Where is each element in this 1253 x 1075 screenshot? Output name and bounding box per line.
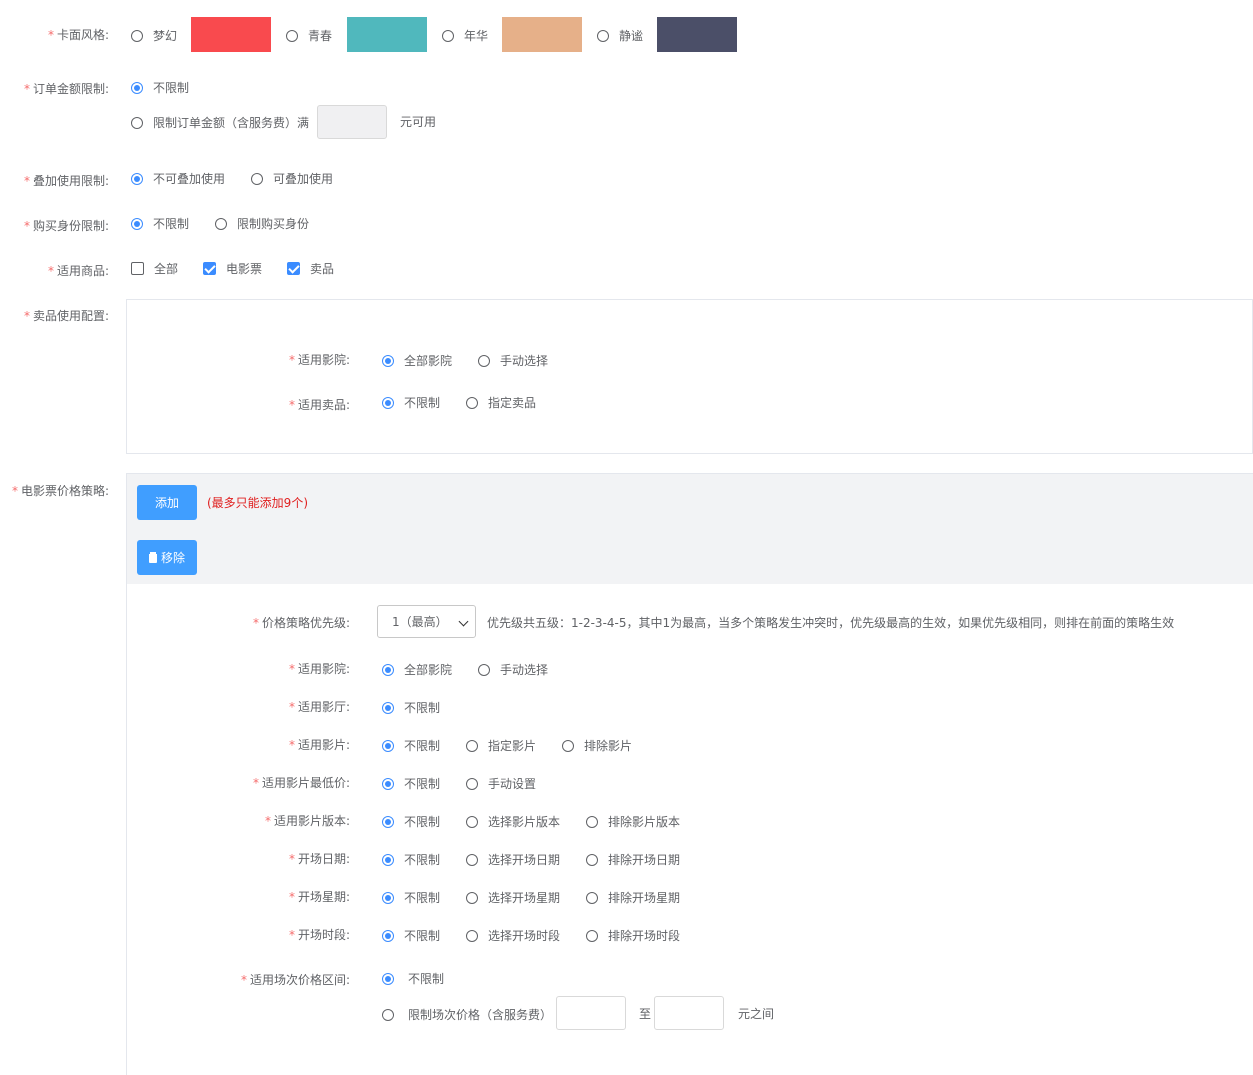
snack-cinema-manual-radio[interactable]: 手动选择 [478,352,548,369]
order-amount-limited-radio[interactable]: 限制订单金额（含服务费）满 [131,114,309,131]
card-style-label: * 卡面风格: [47,28,109,42]
version-exclude-radio[interactable]: 排除影片版本 [586,813,680,830]
hall-unlimited-radio[interactable]: 不限制 [382,699,440,716]
card-style-swatch-years[interactable] [502,17,582,52]
range-min-input[interactable] [556,996,626,1030]
buyer-unlimited-radio[interactable]: 不限制 [131,215,189,232]
period-exclude-radio[interactable]: 排除开场时段 [586,927,680,944]
snack-cinema-all-radio[interactable]: 全部影院 [382,352,452,369]
order-amount-unlimited-radio[interactable]: 不限制 [131,79,189,96]
card-style-option-serene[interactable]: 静谧 [597,27,643,44]
order-amount-input[interactable] [317,105,387,139]
min-price-manual-radio[interactable]: 手动设置 [466,775,536,792]
range-unlimited-radio[interactable]: 不限制 [382,970,444,987]
ticket-cinema-manual-radio[interactable]: 手动选择 [478,661,548,678]
price-range-label: * 适用场次价格区间: [240,973,350,987]
min-price-label: * 适用影片最低价: [252,776,350,790]
stack-yes-radio[interactable]: 可叠加使用 [251,170,333,187]
min-price-unlimited-radio[interactable]: 不限制 [382,775,440,792]
snack-config-panel [126,299,1253,454]
priority-select[interactable]: 1（最高） [377,605,476,638]
range-limited-radio[interactable]: 限制场次价格（含服务费） [382,1006,552,1023]
order-amount-label: * 订单金额限制: [23,82,109,96]
card-style-option-youth[interactable]: 青春 [286,27,332,44]
ticket-cinema-all-radio[interactable]: 全部影院 [382,661,452,678]
add-strategy-hint: (最多只能添加9个) [207,496,308,510]
date-label: * 开场日期: [288,852,350,866]
chevron-down-icon [458,616,469,627]
week-select-radio[interactable]: 选择开场星期 [466,889,560,906]
film-label: * 适用影片: [288,738,350,752]
priority-hint: 优先级共五级：1-2-3-4-5，其中1为最高，当多个策略发生冲突时，优先级最高… [487,616,1175,630]
snack-item-specified-radio[interactable]: 指定卖品 [466,394,536,411]
snack-item-label: * 适用卖品: [288,398,350,412]
hall-label: * 适用影厅: [288,700,350,714]
date-unlimited-radio[interactable]: 不限制 [382,851,440,868]
card-style-swatch-dream[interactable] [191,17,271,52]
film-unlimited-radio[interactable]: 不限制 [382,737,440,754]
ticket-strategy-toolbar [127,474,1253,584]
period-select-radio[interactable]: 选择开场时段 [466,927,560,944]
card-style-swatch-serene[interactable] [657,17,737,52]
add-strategy-button[interactable]: 添加 [137,485,197,520]
film-excluded-radio[interactable]: 排除影片 [562,737,632,754]
range-max-input[interactable] [654,996,724,1030]
snack-cinema-label: * 适用影院: [288,353,350,367]
week-exclude-radio[interactable]: 排除开场星期 [586,889,680,906]
priority-label: * 价格策略优先级: [252,616,350,630]
film-specified-radio[interactable]: 指定影片 [466,737,536,754]
version-unlimited-radio[interactable]: 不限制 [382,813,440,830]
buyer-limit-label: * 购买身份限制: [23,219,109,233]
date-exclude-radio[interactable]: 排除开场日期 [586,851,680,868]
stack-no-radio[interactable]: 不可叠加使用 [131,170,225,187]
goods-all-checkbox[interactable]: 全部 [131,260,178,277]
goods-label: * 适用商品: [47,264,109,278]
goods-snack-checkbox[interactable]: 卖品 [287,260,334,277]
week-label: * 开场星期: [288,890,350,904]
version-label: * 适用影片版本: [264,814,350,828]
week-unlimited-radio[interactable]: 不限制 [382,889,440,906]
date-select-radio[interactable]: 选择开场日期 [466,851,560,868]
remove-strategy-button[interactable]: 移除 [137,540,197,575]
snack-config-label: * 卖品使用配置: [23,309,109,323]
goods-movie-ticket-checkbox[interactable]: 电影票 [203,260,262,277]
period-unlimited-radio[interactable]: 不限制 [382,927,440,944]
order-amount-suffix: 元可用 [400,115,437,129]
trash-icon [148,554,157,563]
ticket-strategy-label: * 电影票价格策略: [11,484,109,498]
snack-item-unlimited-radio[interactable]: 不限制 [382,394,440,411]
ticket-cinema-label: * 适用影院: [288,662,350,676]
range-to-text: 至 [639,1007,652,1021]
range-suffix: 元之间 [738,1007,775,1021]
buyer-limited-radio[interactable]: 限制购买身份 [215,215,309,232]
card-style-swatch-youth[interactable] [347,17,427,52]
stack-limit-label: * 叠加使用限制: [23,174,109,188]
version-select-radio[interactable]: 选择影片版本 [466,813,560,830]
card-style-option-dream[interactable]: 梦幻 [131,27,177,44]
period-label: * 开场时段: [288,928,350,942]
card-style-option-years[interactable]: 年华 [442,27,488,44]
